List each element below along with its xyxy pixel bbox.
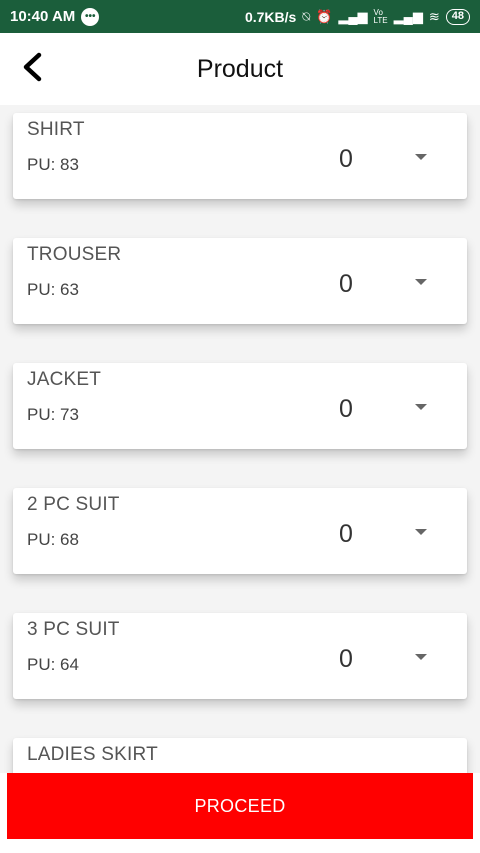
product-pu: PU: 63 xyxy=(27,280,79,299)
volte-icon: Vo LTE xyxy=(373,7,388,25)
product-list: SHIRT PU: 83 0 TROUSER PU: 63 0 JACKET P… xyxy=(0,105,480,773)
quantity-dropdown[interactable]: 0 xyxy=(313,264,453,304)
network-speed: 0.7KB/s xyxy=(244,8,297,25)
message-icon: ••• xyxy=(81,7,100,26)
proceed-button[interactable]: PROCEED xyxy=(7,773,473,839)
quantity-dropdown[interactable]: 0 xyxy=(313,514,453,554)
product-pu: PU: 83 xyxy=(27,155,79,174)
quantity-dropdown[interactable]: 0 xyxy=(313,389,453,429)
product-card: 2 PC SUIT PU: 68 0 xyxy=(13,488,467,574)
quantity-value: 0 xyxy=(339,645,353,673)
caret-down-icon xyxy=(415,154,427,160)
product-card: JACKET PU: 73 0 xyxy=(13,363,467,449)
quantity-value: 0 xyxy=(339,145,353,173)
no-notification-icon: ⍉ xyxy=(302,8,311,24)
caret-down-icon xyxy=(415,279,427,285)
product-name: JACKET xyxy=(27,369,102,390)
product-pu: PU: 68 xyxy=(27,530,79,549)
product-card: 3 PC SUIT PU: 64 0 xyxy=(13,613,467,699)
caret-down-icon xyxy=(415,404,427,410)
caret-down-icon xyxy=(415,654,427,660)
status-left: 10:40 AM ••• xyxy=(10,7,100,26)
bottom-strip xyxy=(0,839,480,853)
product-card: LADIES SKIRT xyxy=(13,738,467,773)
quantity-value: 0 xyxy=(339,395,353,423)
caret-down-icon xyxy=(415,529,427,535)
status-bar: 10:40 AM ••• 0.7KB/s ⍉ ⏰ ▂▄▆ Vo LTE ▂▄▆ ≋… xyxy=(0,0,480,33)
signal-icon: ▂▄▆ xyxy=(338,8,368,24)
alarm-icon: ⏰ xyxy=(316,8,333,24)
quantity-value: 0 xyxy=(339,520,353,548)
quantity-value: 0 xyxy=(339,270,353,298)
wifi-icon: ≋ xyxy=(428,8,440,24)
back-button[interactable] xyxy=(14,49,50,85)
product-name: 2 PC SUIT xyxy=(27,494,120,515)
quantity-dropdown[interactable]: 0 xyxy=(313,639,453,679)
quantity-dropdown[interactable]: 0 xyxy=(313,139,453,179)
product-card: SHIRT PU: 83 0 xyxy=(13,113,467,199)
product-card: TROUSER PU: 63 0 xyxy=(13,238,467,324)
page-title: Product xyxy=(196,54,284,83)
product-name: LADIES SKIRT xyxy=(27,744,158,765)
product-name: 3 PC SUIT xyxy=(27,619,120,640)
product-pu: PU: 64 xyxy=(27,655,79,674)
chevron-left-icon xyxy=(23,52,42,82)
app-bar: Product xyxy=(0,33,480,105)
status-right: 0.7KB/s ⍉ ⏰ ▂▄▆ Vo LTE ▂▄▆ ≋ 48 xyxy=(244,7,470,25)
battery-icon: 48 xyxy=(445,8,470,25)
status-time: 10:40 AM xyxy=(10,8,76,25)
signal-icon: ▂▄▆ xyxy=(393,8,423,24)
product-name: SHIRT xyxy=(27,119,85,140)
product-name: TROUSER xyxy=(27,244,122,265)
product-pu: PU: 73 xyxy=(27,405,79,424)
